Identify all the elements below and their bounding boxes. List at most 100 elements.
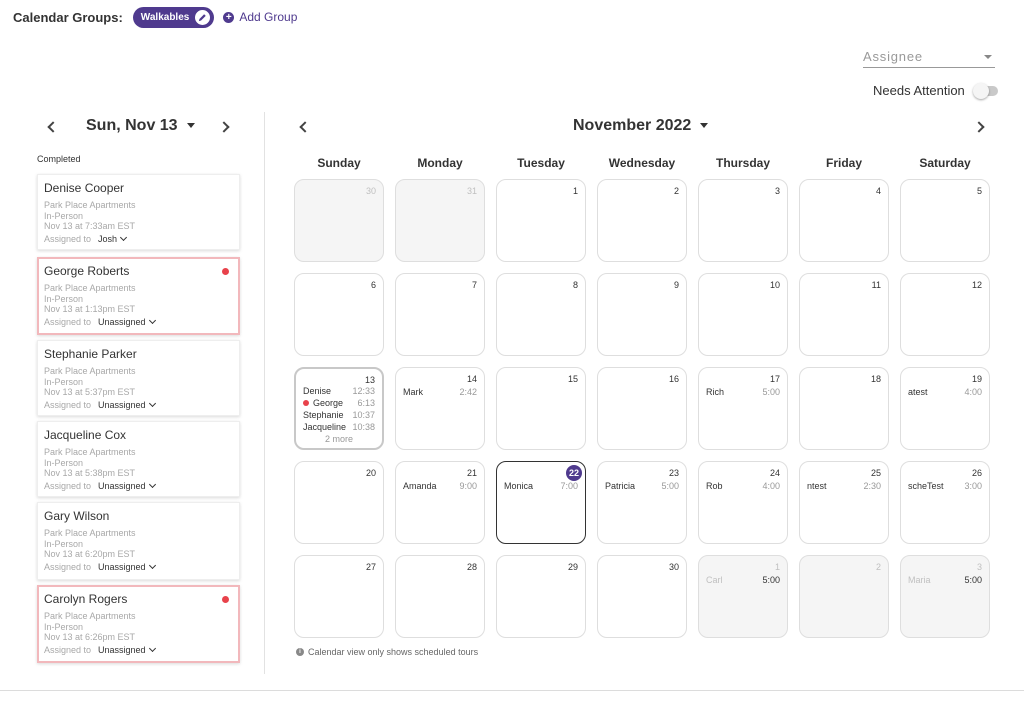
tour-card[interactable]: George Roberts Park Place Apartments In-Pe… xyxy=(37,257,240,335)
month-title-dropdown[interactable]: November 2022 xyxy=(573,117,709,135)
tour-assignee-select[interactable]: Assigned to Unassigned xyxy=(44,399,233,410)
calendar-day-cell[interactable]: 11 xyxy=(799,273,889,356)
tour-property: Park Place Apartments xyxy=(44,283,136,293)
tour-card[interactable]: Stephanie Parker Park Place Apartments In-… xyxy=(37,340,240,416)
next-month-arrow-icon[interactable] xyxy=(973,121,985,133)
group-pill-walkables[interactable]: Walkables xyxy=(132,6,215,28)
calendar-day-cell[interactable]: 30 xyxy=(294,179,384,262)
day-number: 8 xyxy=(572,280,578,290)
event-name-wrap: Monica xyxy=(504,481,533,491)
calendar-event[interactable]: Carl 5:00 xyxy=(706,575,780,585)
calendar-event[interactable]: Maria 5:00 xyxy=(908,575,982,585)
event-name-wrap: Stephanie xyxy=(303,410,344,420)
tour-property: Park Place Apartments xyxy=(44,447,136,457)
tour-card[interactable]: Gary Wilson Park Place Apartments In-Perso… xyxy=(37,502,240,580)
calendar-day-cell[interactable]: 20 xyxy=(294,461,384,544)
calendar-day-cell[interactable]: 4 xyxy=(799,179,889,262)
next-day-arrow-icon[interactable] xyxy=(218,121,230,133)
calendar-day-cell[interactable]: 2 xyxy=(597,179,687,262)
calendar-day-cell[interactable]: 28 xyxy=(395,555,485,638)
day-number: 24 xyxy=(769,468,780,478)
event-name: Monica xyxy=(504,481,534,491)
day-number: 17 xyxy=(769,374,780,384)
event-name: Carl xyxy=(706,575,723,585)
calendar-event[interactable]: Rob 4:00 xyxy=(706,481,780,491)
calendar-day-cell[interactable]: 24 Rob 4:00 xyxy=(698,461,788,544)
calendar-event[interactable]: Stephanie 10:37 xyxy=(303,410,375,420)
event-name: Rich xyxy=(706,387,725,397)
event-name: Amanda xyxy=(403,481,437,491)
calendar-day-cell[interactable]: 19 atest 4:00 xyxy=(900,367,990,450)
day-number: 29 xyxy=(567,562,578,572)
pencil-icon[interactable] xyxy=(195,9,211,25)
event-time: 6:13 xyxy=(357,398,375,408)
calendar-day-cell[interactable]: 23 Patricia 5:00 xyxy=(597,461,687,544)
event-name: ntest xyxy=(807,481,827,491)
attention-dot-icon xyxy=(303,400,309,406)
calendar-day-cell[interactable]: 8 xyxy=(496,273,586,356)
event-time: 5:00 xyxy=(661,481,679,491)
calendar-day-cell[interactable]: 25 ntest 2:30 xyxy=(799,461,889,544)
calendar-day-cell[interactable]: 26 scheTest 3:00 xyxy=(900,461,990,544)
event-time: 4:00 xyxy=(762,481,780,491)
more-events-link[interactable]: 2 more xyxy=(296,434,382,444)
calendar-day-cell[interactable]: 16 xyxy=(597,367,687,450)
event-name-wrap: Maria xyxy=(908,575,931,585)
tour-card[interactable]: Carolyn Rogers Park Place Apartments In-Pe… xyxy=(37,585,240,663)
day-number: 12 xyxy=(971,280,982,290)
calendar-event[interactable]: ntest 2:30 xyxy=(807,481,881,491)
calendar-day-cell[interactable]: 27 xyxy=(294,555,384,638)
day-number: 30 xyxy=(365,186,376,196)
tour-assignee-select[interactable]: Assigned to Unassigned xyxy=(44,561,233,572)
calendar-day-cell[interactable]: 18 xyxy=(799,367,889,450)
calendar-day-cell[interactable]: 12 xyxy=(900,273,990,356)
tour-assignee-select[interactable]: Assigned to Unassigned xyxy=(44,480,233,491)
calendar-day-cell[interactable]: 31 xyxy=(395,179,485,262)
prev-month-arrow-icon[interactable] xyxy=(299,121,311,133)
day-title-dropdown[interactable]: Sun, Nov 13 xyxy=(86,117,195,135)
tour-card[interactable]: Denise Cooper Park Place Apartments In-Per… xyxy=(37,174,240,250)
assignee-value: Unassigned xyxy=(98,399,146,410)
calendar-day-cell[interactable]: 14 Mark 2:42 xyxy=(395,367,485,450)
tour-time: Nov 13 at 6:20pm EST xyxy=(44,549,136,559)
tour-type: In-Person xyxy=(44,538,84,549)
calendar-event[interactable]: scheTest 3:00 xyxy=(908,481,982,491)
calendar-event[interactable]: Amanda 9:00 xyxy=(403,481,477,491)
day-number: 31 xyxy=(466,186,477,196)
calendar-event[interactable]: Mark 2:42 xyxy=(403,387,477,397)
needs-attention-filter: Needs Attention xyxy=(873,82,998,99)
calendar-event[interactable]: Jacqueline 10:38 xyxy=(303,422,375,432)
calendar-day-cell[interactable]: 3 xyxy=(698,179,788,262)
calendar-event[interactable]: Monica 7:00 xyxy=(504,481,578,491)
calendar-day-cell[interactable]: 9 xyxy=(597,273,687,356)
calendar-event[interactable]: Patricia 5:00 xyxy=(605,481,679,491)
assignee-select[interactable]: Assignee xyxy=(863,44,995,68)
calendar-event[interactable]: atest 4:00 xyxy=(908,387,982,397)
tour-assignee-select[interactable]: Assigned to Unassigned xyxy=(44,316,233,327)
calendar-day-cell[interactable]: 2 xyxy=(799,555,889,638)
needs-attention-toggle[interactable] xyxy=(972,82,998,99)
calendar-day-cell[interactable]: 29 xyxy=(496,555,586,638)
calendar-day-cell[interactable]: 5 xyxy=(900,179,990,262)
tour-assignee-select[interactable]: Assigned to Josh xyxy=(44,233,233,244)
tour-assignee-select[interactable]: Assigned to Unassigned xyxy=(44,644,233,655)
calendar-event[interactable]: Denise 12:33 xyxy=(303,386,375,396)
calendar-day-cell[interactable]: 1 xyxy=(496,179,586,262)
calendar-day-cell[interactable]: 22 Monica 7:00 xyxy=(496,461,586,544)
calendar-day-cell[interactable]: 7 xyxy=(395,273,485,356)
calendar-event[interactable]: Rich 5:00 xyxy=(706,387,780,397)
calendar-event[interactable]: George 6:13 xyxy=(303,398,375,408)
calendar-day-cell[interactable]: 17 Rich 5:00 xyxy=(698,367,788,450)
calendar-day-cell[interactable]: 15 xyxy=(496,367,586,450)
calendar-day-cell[interactable]: 21 Amanda 9:00 xyxy=(395,461,485,544)
calendar-day-cell[interactable]: 6 xyxy=(294,273,384,356)
calendar-day-cell[interactable]: 13 Denise 12:33 George 6:13 Stephanie 10:37 Jac… xyxy=(294,367,384,450)
prev-day-arrow-icon[interactable] xyxy=(47,121,59,133)
day-number: 11 xyxy=(871,280,881,290)
tour-card[interactable]: Jacqueline Cox Park Place Apartments In-Pe… xyxy=(37,421,240,497)
add-group-button[interactable]: + Add Group xyxy=(223,10,297,24)
calendar-day-cell[interactable]: 1 Carl 5:00 xyxy=(698,555,788,638)
calendar-day-cell[interactable]: 10 xyxy=(698,273,788,356)
calendar-day-cell[interactable]: 30 xyxy=(597,555,687,638)
calendar-day-cell[interactable]: 3 Maria 5:00 xyxy=(900,555,990,638)
